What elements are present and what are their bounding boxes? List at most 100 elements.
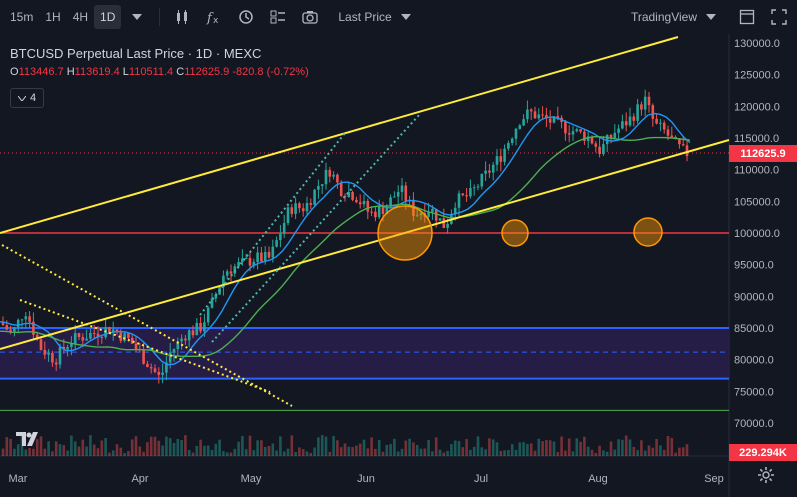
retest-circle: [633, 217, 663, 247]
volume-bar: [450, 444, 453, 456]
volume-bar: [279, 436, 282, 456]
y-tick-label: 75000.0: [734, 386, 774, 398]
candle-body: [548, 118, 552, 123]
interval-1h[interactable]: 1H: [39, 5, 66, 29]
volume-bar: [134, 436, 138, 456]
volume-bar: [381, 451, 385, 456]
y-tick-label: 115000.0: [734, 133, 779, 145]
candle-body: [317, 185, 320, 190]
y-tick-label: 100000.0: [734, 228, 780, 240]
indicators-toggle[interactable]: 4: [10, 88, 44, 108]
maximize-icon[interactable]: [735, 5, 759, 29]
volume-bar: [529, 443, 533, 456]
camera-icon[interactable]: [298, 5, 322, 29]
x-tick-label: Mar: [9, 473, 28, 485]
candle-body: [81, 337, 85, 341]
interval-4h[interactable]: 4H: [67, 5, 94, 29]
volume-bar: [556, 451, 560, 456]
candle-body: [305, 203, 309, 212]
volume-bar: [85, 446, 88, 456]
interval-15m[interactable]: 15m: [4, 5, 39, 29]
candle-body: [355, 199, 358, 203]
candle-body: [469, 187, 472, 197]
price-chart[interactable]: 130000.0 125000.0 120000.0 115000.0 110000.0…: [0, 34, 797, 497]
candle-body: [301, 208, 305, 212]
volume-bar: [100, 440, 104, 456]
candle-body: [605, 134, 609, 145]
volume-bar: [518, 442, 522, 456]
layout-name[interactable]: TradingView: [625, 5, 703, 29]
candle-body: [526, 109, 529, 120]
candle-body: [541, 114, 544, 116]
y-tick-label: 85000.0: [734, 323, 774, 335]
volume-bar: [244, 449, 248, 456]
candle-body: [286, 207, 290, 224]
candle-body: [670, 135, 674, 138]
volume-bar: [233, 448, 237, 456]
candles-icon[interactable]: [170, 5, 194, 29]
candle-body: [294, 203, 297, 214]
candle-body: [529, 109, 533, 112]
volume-bar: [347, 446, 351, 456]
volume-bar: [495, 442, 499, 456]
gear-icon[interactable]: [757, 466, 775, 484]
candle-body: [472, 187, 476, 189]
volume-bar: [533, 450, 537, 456]
chevron-down-icon[interactable]: [699, 5, 723, 29]
chevron-down-icon[interactable]: [394, 5, 418, 29]
volume-bar: [218, 439, 221, 456]
volume-bar: [241, 435, 244, 456]
volume-bar: [507, 450, 510, 456]
volume-bar: [328, 451, 332, 456]
tradingview-logo-icon[interactable]: [14, 430, 40, 448]
candle-body: [290, 207, 294, 214]
volume-bar: [453, 440, 457, 456]
candle-body: [92, 333, 96, 335]
candle-body: [393, 196, 396, 198]
candle-body: [575, 129, 579, 132]
candle-body: [339, 182, 343, 196]
alert-icon[interactable]: [234, 5, 258, 29]
candle-body: [206, 307, 210, 323]
volume-bar: [222, 451, 225, 456]
candle-body: [263, 251, 267, 262]
candle-body: [514, 128, 518, 139]
y-tick-label: 130000.0: [734, 38, 780, 50]
candle-body: [643, 96, 647, 110]
fullscreen-icon[interactable]: [767, 5, 791, 29]
candle-body: [66, 346, 69, 350]
volume-bar: [271, 443, 275, 456]
candle-body: [313, 189, 316, 205]
volume-bar: [374, 448, 377, 456]
candle-body: [203, 322, 206, 332]
chevron-down-icon[interactable]: [125, 5, 149, 29]
volume-bar: [123, 452, 126, 456]
candle-body: [476, 186, 480, 188]
volume-bar: [336, 440, 339, 456]
volume-bar: [47, 441, 50, 456]
volume-bar: [62, 445, 66, 456]
volume-bar: [586, 446, 590, 456]
volume-bar: [24, 449, 28, 456]
indicators-icon[interactable]: fx: [202, 5, 226, 29]
price-type-select[interactable]: Last Price: [332, 5, 397, 29]
candle-body: [636, 104, 639, 121]
volume-bar: [590, 449, 594, 456]
interval-1d[interactable]: 1D: [94, 5, 122, 29]
volume-bar: [9, 438, 12, 456]
candle-body: [229, 271, 233, 274]
volume-bar: [594, 452, 598, 456]
volume-bar: [73, 441, 77, 456]
volume-bar: [77, 446, 81, 456]
candle-body: [495, 156, 499, 165]
candle-body: [522, 119, 525, 126]
retest-circle-large: [377, 205, 433, 261]
volume-bar: [115, 444, 119, 456]
last-price-tag: 112625.9: [729, 145, 797, 163]
candle-body: [602, 144, 605, 154]
volume-bar: [366, 448, 370, 456]
templates-icon[interactable]: [266, 5, 290, 29]
volume-bar: [564, 450, 567, 456]
y-tick-label: 90000.0: [734, 291, 774, 303]
candle-body: [20, 319, 24, 321]
